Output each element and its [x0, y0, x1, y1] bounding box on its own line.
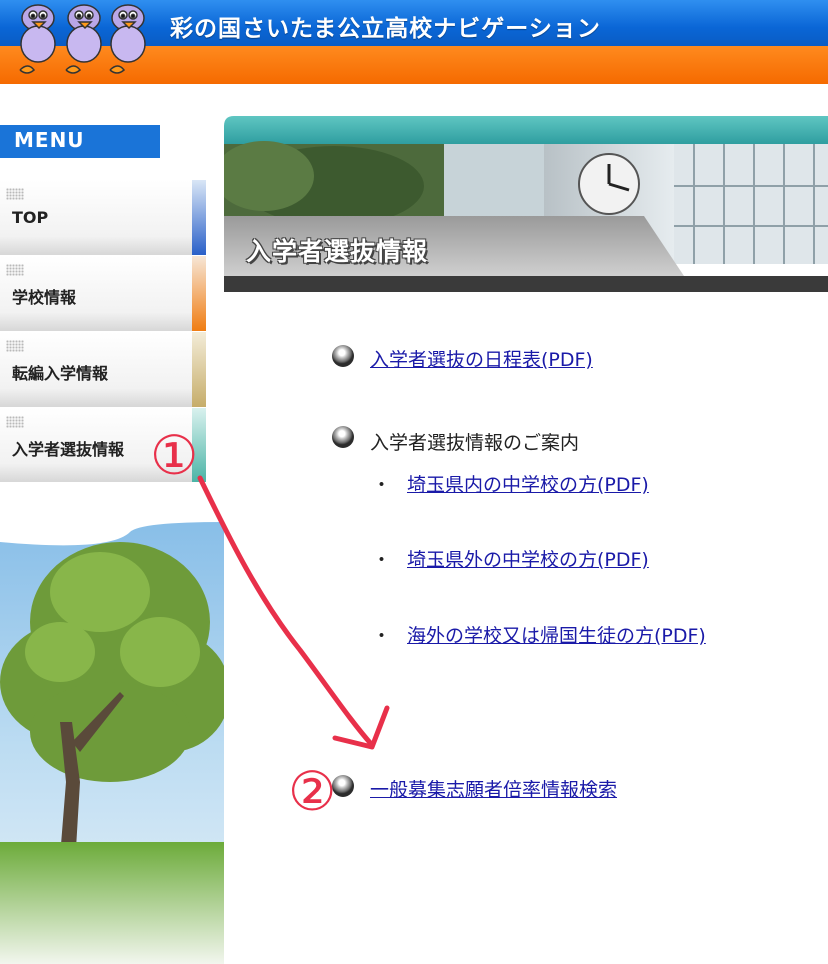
dots-decoration: [6, 188, 24, 200]
stripe-blue: [192, 180, 206, 255]
sidebar-item-label: 学校情報: [12, 288, 77, 307]
menu-header: MENU: [0, 125, 160, 158]
arrow-head-icon: [332, 705, 390, 750]
saitama-junior-high-link[interactable]: 埼玉県内の中学校の方(PDF): [407, 470, 649, 497]
bullet-icon: [332, 775, 354, 797]
sidebar-item-label: TOP: [12, 208, 49, 227]
list-bullet: ・: [372, 549, 392, 571]
application-ratio-search-link[interactable]: 一般募集志願者倍率情報検索: [370, 775, 617, 802]
site-header: 彩の国さいたま公立高校ナビゲーション: [0, 0, 828, 84]
schedule-pdf-link[interactable]: 入学者選抜の日程表(PDF): [370, 345, 593, 372]
stripe-orange: [192, 256, 206, 331]
sidebar-item-top[interactable]: TOP: [0, 180, 206, 255]
sidebar-item-school-info[interactable]: 学校情報: [0, 256, 206, 331]
stripe-tan: [192, 332, 206, 407]
outside-saitama-link[interactable]: 埼玉県外の中学校の方(PDF): [407, 545, 649, 572]
sidebar-item-label: 入学者選抜情報: [12, 440, 125, 459]
guide-heading: 入学者選抜情報のご案内: [370, 432, 580, 454]
sidebar-item-label: 転編入学情報: [12, 364, 109, 383]
bullet-icon: [332, 345, 354, 367]
overseas-returnee-link[interactable]: 海外の学校又は帰国生徒の方(PDF): [407, 621, 706, 648]
mascot-logo[interactable]: [0, 0, 165, 84]
dots-decoration: [6, 264, 24, 276]
sidebar-item-admission-info[interactable]: 入学者選抜情報: [0, 408, 206, 482]
dots-decoration: [6, 416, 24, 428]
stripe-teal: [192, 408, 206, 482]
list-bullet: ・: [372, 474, 392, 496]
list-bullet: ・: [372, 625, 392, 647]
banner-title: 入学者選抜情報: [246, 237, 429, 266]
sidebar-item-transfer-info[interactable]: 転編入学情報: [0, 332, 206, 407]
dots-decoration: [6, 340, 24, 352]
arrow-line: [197, 475, 375, 748]
site-title: 彩の国さいたま公立高校ナビゲーション: [170, 16, 601, 42]
tree-image: [0, 482, 224, 964]
bullet-icon: [332, 426, 354, 448]
annotation-marker-2: ②: [288, 760, 336, 823]
